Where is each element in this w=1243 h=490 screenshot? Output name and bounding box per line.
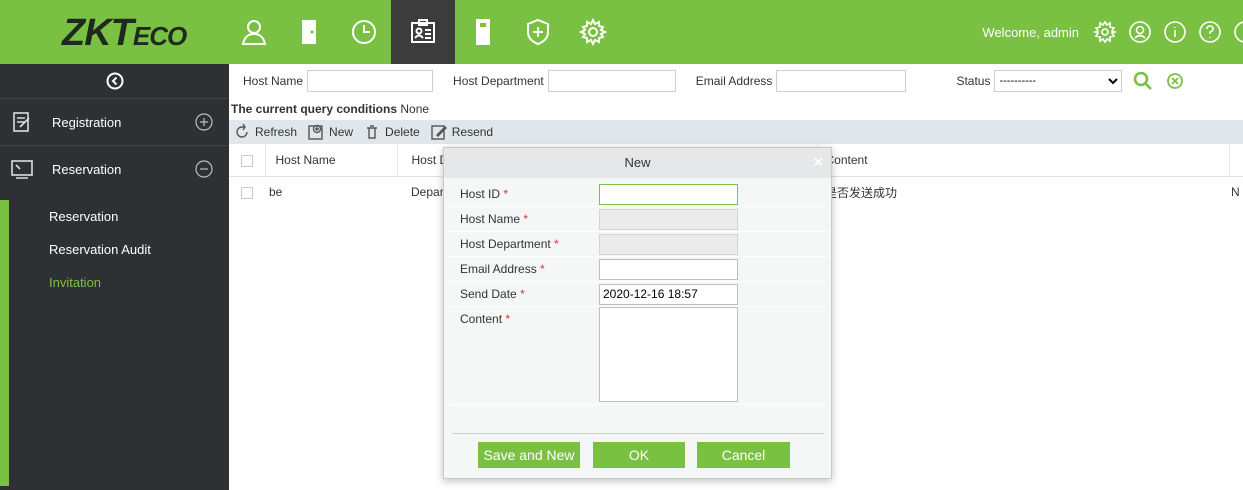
send-date-field[interactable]	[599, 283, 738, 305]
form-row-host-name: Host Name *	[449, 207, 826, 232]
sidebar-section-registration[interactable]: Registration	[0, 99, 229, 145]
ok-button[interactable]: OK	[593, 442, 685, 468]
clock-icon[interactable]	[336, 0, 391, 64]
sidebar-section-label: Reservation	[52, 161, 122, 177]
host-department-field	[599, 233, 738, 255]
collapse-icon[interactable]	[195, 160, 213, 178]
refresh-button[interactable]: Refresh	[233, 123, 297, 141]
sidebar-item-reservation-audit[interactable]: Reservation Audit	[9, 233, 229, 266]
sidebar-section-label: Registration	[52, 114, 122, 130]
form-row-send-date: Send Date *	[449, 282, 826, 307]
sidebar-item-reservation[interactable]: Reservation	[9, 200, 229, 233]
dialog-separator	[452, 433, 824, 434]
host-department-label: Host Department *	[460, 237, 559, 251]
save-and-new-button[interactable]: Save and New	[478, 442, 580, 468]
registration-icon	[10, 110, 34, 134]
personnel-icon[interactable]	[226, 0, 281, 64]
sidebar-collapse-icon[interactable]	[0, 64, 229, 98]
form-row-content: Content *	[449, 307, 826, 405]
device-icon[interactable]	[455, 0, 510, 64]
email-address-label: Email Address *	[460, 262, 545, 276]
column-content[interactable]: Content	[817, 144, 1230, 177]
delete-button[interactable]: Delete	[363, 123, 420, 141]
host-name-field	[599, 208, 738, 230]
user-icon[interactable]	[1128, 20, 1152, 44]
trash-icon	[367, 125, 378, 139]
form-row-host-department: Host Department *	[449, 232, 826, 257]
host-id-field[interactable]	[599, 183, 738, 205]
filter-bar: Host Name Host Department Email Address …	[229, 64, 1243, 98]
new-button[interactable]: New	[307, 123, 353, 141]
cell-extra: N	[1231, 185, 1240, 200]
new-invitation-dialog: New × Host ID * Host Name * Host Departm…	[443, 147, 832, 479]
gear-icon[interactable]	[565, 0, 620, 64]
help-icon[interactable]	[1198, 20, 1222, 44]
host-name-filter-input[interactable]	[307, 70, 434, 92]
email-filter-input[interactable]	[776, 70, 907, 92]
content-textarea[interactable]	[599, 307, 738, 402]
door-icon[interactable]	[281, 0, 336, 64]
module-nav	[226, 0, 620, 64]
query-conditions: The current query conditions None	[231, 102, 430, 116]
close-icon[interactable]: ×	[814, 148, 823, 178]
select-all-checkbox[interactable]	[229, 144, 266, 177]
status-label: Status	[956, 74, 991, 88]
sidebar-item-invitation[interactable]: Invitation	[9, 266, 229, 299]
host-name-label: Host Name	[243, 74, 304, 88]
clear-icon[interactable]	[1164, 70, 1186, 92]
column-host-name[interactable]: Host Name	[265, 144, 398, 177]
welcome-text: Welcome, admin	[982, 24, 1079, 40]
invitation-form: Host ID * Host Name * Host Department * …	[449, 182, 826, 405]
column-extra	[1229, 144, 1243, 177]
edit-icon	[431, 125, 447, 140]
cancel-button[interactable]: Cancel	[697, 442, 790, 468]
status-select[interactable]: ----------	[994, 70, 1123, 92]
host-id-label: Host ID *	[460, 187, 509, 201]
new-icon	[308, 124, 323, 140]
reservation-icon	[10, 157, 34, 181]
resend-button[interactable]: Resend	[430, 123, 493, 141]
refresh-icon	[236, 123, 248, 138]
host-department-label: Host Department	[453, 74, 544, 88]
expand-icon[interactable]	[195, 113, 213, 131]
sidebar-submenu: Reservation Reservation Audit Invitation	[0, 200, 229, 486]
host-name-label: Host Name *	[460, 212, 529, 226]
action-toolbar: Refresh New Delete Resend	[229, 120, 1243, 144]
power-icon[interactable]	[1233, 20, 1243, 44]
host-department-filter-input[interactable]	[547, 70, 676, 92]
email-field[interactable]	[599, 258, 738, 280]
visitor-card-icon[interactable]	[391, 0, 455, 64]
top-bar: ZKTECO Welcome, admin	[0, 0, 1243, 64]
header-right: Welcome, admin	[982, 0, 1243, 64]
content-label: Content *	[460, 312, 511, 326]
zkteco-logo: ZKTECO	[62, 12, 187, 54]
sidebar-section-reservation[interactable]: Reservation	[0, 146, 229, 192]
sidebar: Registration Reservation Reservation Res…	[0, 64, 229, 490]
form-row-email: Email Address *	[449, 257, 826, 282]
send-date-label: Send Date *	[460, 287, 525, 301]
form-row-host-id: Host ID *	[449, 182, 826, 207]
info-icon[interactable]	[1163, 20, 1187, 44]
settings-icon[interactable]	[1092, 20, 1118, 44]
cell-host-name: be	[269, 185, 283, 200]
dialog-title-bar: New ×	[444, 148, 831, 178]
dialog-title: New	[624, 155, 651, 170]
cell-content: 是否发送成功	[825, 185, 898, 200]
shield-plus-icon[interactable]	[510, 0, 565, 64]
email-address-label: Email Address	[695, 74, 773, 88]
search-icon[interactable]	[1132, 70, 1154, 92]
row-checkbox[interactable]	[229, 176, 265, 208]
